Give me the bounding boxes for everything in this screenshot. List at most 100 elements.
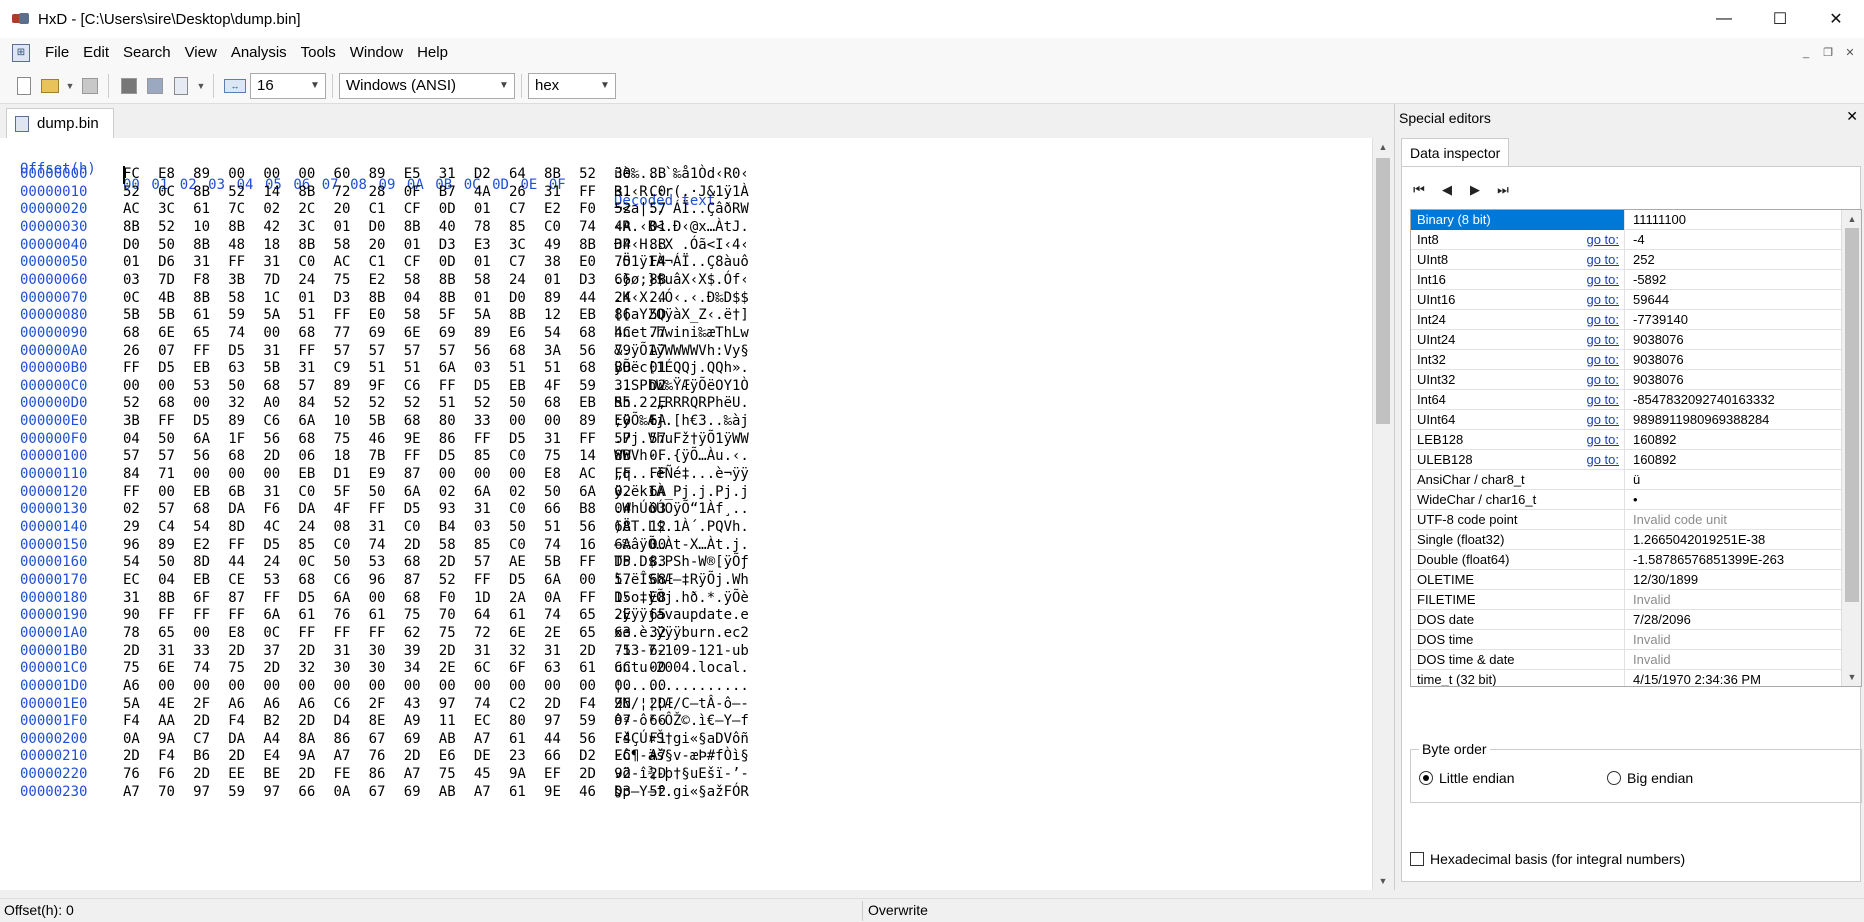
inspector-row[interactable]: Double (float64) -1.58786576851399E-263 <box>1411 550 1841 570</box>
scroll-up-icon[interactable]: ▲ <box>1842 210 1861 228</box>
row-bytes[interactable]: 0A 9A C7 DA A4 8A 86 67 69 AB A7 61 44 5… <box>123 731 666 747</box>
row-decoded-text[interactable]: WWVh-..{ÿÕ…Àu.‹. <box>614 448 749 464</box>
inspector-row[interactable]: AnsiChar / char8_t ü <box>1411 470 1841 490</box>
row-decoded-text[interactable]: .Ö1ÿ1À¬ÁÏ..Ç8àuô <box>614 254 749 270</box>
menu-file[interactable]: File <box>38 38 76 68</box>
row-decoded-text[interactable]: -13-7-109-121-ub <box>614 643 749 659</box>
row-bytes[interactable]: 84 71 00 00 00 EB D1 E9 87 00 00 00 E8 A… <box>123 466 666 482</box>
row-decoded-text[interactable]: vö-î¾-þ†§uEšï-’- <box>614 766 749 782</box>
inspector-value[interactable]: Invalid <box>1627 590 1841 610</box>
row-bytes[interactable]: D0 50 8B 48 18 8B 58 20 01 D3 E3 3C 49 8… <box>123 237 666 253</box>
menu-edit[interactable]: Edit <box>76 38 116 68</box>
inspector-value[interactable]: -4 <box>1627 230 1841 250</box>
row-bytes[interactable]: AC 3C 61 7C 02 2C 20 C1 CF 0D 01 C7 E2 F… <box>123 201 666 217</box>
row-bytes[interactable]: 57 57 56 68 2D 06 18 7B FF D5 85 C0 75 1… <box>123 448 666 464</box>
row-decoded-text[interactable]: .šÇÚ¤Š†gi«§aDVôñ <box>614 731 749 747</box>
inspector-value[interactable]: 9038076 <box>1627 350 1841 370</box>
inspector-row[interactable]: time_t (32 bit) 4/15/1970 2:34:36 PM <box>1411 670 1841 686</box>
image-button[interactable] <box>169 74 193 98</box>
row-decoded-text[interactable]: hnet.hwini‰æThLw <box>614 325 749 341</box>
close-button[interactable]: ✕ <box>1808 0 1864 38</box>
scroll-up-icon[interactable]: ▲ <box>1373 138 1393 156</box>
row-bytes[interactable]: FC E8 89 00 00 00 60 89 E5 31 D2 64 8B 5… <box>123 166 666 182</box>
inspector-row[interactable]: UInt8 go to: 252 <box>1411 250 1841 270</box>
goto-link[interactable]: go to: <box>1579 430 1619 450</box>
inspector-value[interactable]: 252 <box>1627 250 1841 270</box>
row-decoded-text[interactable]: ÐP‹H.‹X .Óã<I‹4‹ <box>614 237 749 253</box>
scroll-thumb[interactable] <box>1376 158 1390 424</box>
grid-scrollbar[interactable]: ▲ ▼ <box>1841 210 1861 686</box>
hex-scrollbar[interactable]: ▲ ▼ <box>1372 138 1392 890</box>
inspector-value[interactable]: 4/15/1970 2:34:36 PM <box>1627 670 1841 686</box>
open-dropdown-button[interactable]: ▼ <box>64 74 76 98</box>
inspector-value[interactable]: 9038076 <box>1627 370 1841 390</box>
inspector-row[interactable]: Int8 go to: -4 <box>1411 230 1841 250</box>
row-bytes[interactable]: 8B 52 10 8B 42 3C 01 D0 8B 40 78 85 C0 7… <box>123 219 666 235</box>
row-bytes[interactable]: A6 00 00 00 00 00 00 00 00 00 00 00 00 0… <box>123 678 666 694</box>
goto-link[interactable]: go to: <box>1579 290 1619 310</box>
bytes-per-row-select[interactable]: 16 ▼ <box>250 72 326 99</box>
inspector-value[interactable]: Invalid <box>1627 650 1841 670</box>
row-decoded-text[interactable]: ;ÿÕ‰Æj.[h€3..‰àj <box>614 413 749 429</box>
inspector-row[interactable]: FILETIME Invalid <box>1411 590 1841 610</box>
row-decoded-text[interactable]: .K‹X..Ó‹.‹.Ð‰D$$ <box>614 290 749 306</box>
goto-link[interactable]: go to: <box>1579 230 1619 250</box>
row-decoded-text[interactable]: )ÄT.L$.1À´.PQVh. <box>614 519 749 535</box>
row-bytes[interactable]: 01 D6 31 FF 31 C0 AC C1 CF 0D 01 C7 38 E… <box>123 254 666 270</box>
save-button[interactable] <box>78 74 102 98</box>
document-minimize-button[interactable]: _ <box>1796 44 1816 62</box>
menu-view[interactable]: View <box>178 38 224 68</box>
inspector-value[interactable]: 160892 <box>1627 450 1841 470</box>
inspector-row[interactable]: DOS time & date Invalid <box>1411 650 1841 670</box>
goto-link[interactable]: go to: <box>1579 310 1619 330</box>
row-decoded-text[interactable]: ÿ.ëk1À_Pj.j.Pj.j <box>614 484 749 500</box>
open-ram-button[interactable] <box>143 74 167 98</box>
row-bytes[interactable]: 68 6E 65 74 00 68 77 69 6E 69 89 E6 54 6… <box>123 325 666 341</box>
row-bytes[interactable]: 78 65 00 E8 0C FF FF FF 62 75 72 6E 2E 6… <box>123 625 666 641</box>
hex-editor[interactable]: Offset(h) 00 01 02 03 04 05 06 07 08 09 0A 0B 0C 0D 0E… <box>0 138 1372 890</box>
scroll-down-icon[interactable]: ▼ <box>1373 872 1393 890</box>
inspector-value[interactable]: -1.58786576851399E-263 <box>1627 550 1841 570</box>
inspector-value[interactable]: -8547832092740163332 <box>1627 390 1841 410</box>
scroll-thumb[interactable] <box>1845 228 1859 602</box>
inspector-value[interactable]: 160892 <box>1627 430 1841 450</box>
menu-tools[interactable]: Tools <box>294 38 343 68</box>
goto-link[interactable]: go to: <box>1579 350 1619 370</box>
row-bytes[interactable]: 00 00 53 50 68 57 89 9F C6 FF D5 EB 4F 5… <box>123 378 666 394</box>
document-close-button[interactable]: ✕ <box>1840 44 1860 62</box>
row-bytes[interactable]: 2D F4 B6 2D E4 9A A7 76 2D E6 DE 23 66 D… <box>123 748 666 764</box>
inspector-value[interactable]: 11111100 <box>1627 210 1841 230</box>
inspector-row[interactable]: UInt64 go to: 9898911980969388284 <box>1411 410 1841 430</box>
row-decoded-text[interactable]: -ô¶-äš§v-æÞ#fÒì§ <box>614 748 749 764</box>
row-decoded-text[interactable]: ôª-ô²-ÔŽ©.ì€—Y—f <box>614 713 749 729</box>
row-decoded-text[interactable]: untu-2004.local. <box>614 660 749 676</box>
menu-analysis[interactable]: Analysis <box>224 38 294 68</box>
row-bytes[interactable]: F4 AA 2D F4 B2 2D D4 8E A9 11 EC 80 97 5… <box>123 713 666 729</box>
row-bytes[interactable]: 5A 4E 2F A6 A6 A6 C6 2F 43 97 74 C2 2D F… <box>123 696 666 712</box>
row-bytes[interactable]: 76 F6 2D EE BE 2D FE 86 A7 75 45 9A EF 2… <box>123 766 666 782</box>
row-decoded-text[interactable]: [[aYZQÿàX_Z‹.ë†] <box>614 307 749 323</box>
goto-link[interactable]: go to: <box>1579 390 1619 410</box>
prev-icon[interactable]: ◀ <box>1438 181 1456 199</box>
goto-link[interactable]: go to: <box>1579 410 1619 430</box>
row-bytes[interactable]: FF D5 EB 63 5B 31 C9 51 51 6A 03 51 51 6… <box>123 360 666 376</box>
inspector-value[interactable]: -7739140 <box>1627 310 1841 330</box>
inspector-row[interactable]: Single (float32) 1.2665042019251E-38 <box>1411 530 1841 550</box>
menu-help[interactable]: Help <box>410 38 455 68</box>
inspector-row[interactable]: WideChar / char16_t • <box>1411 490 1841 510</box>
row-bytes[interactable]: 04 50 6A 1F 56 68 75 46 9E 86 FF D5 31 F… <box>123 431 666 447</box>
inspector-row[interactable]: Int16 go to: -5892 <box>1411 270 1841 290</box>
row-bytes[interactable]: EC 04 EB CE 53 68 C6 96 87 52 FF D5 6A 0… <box>123 572 666 588</box>
inspector-row[interactable]: Int24 go to: -7739140 <box>1411 310 1841 330</box>
row-decoded-text[interactable]: ‹R.‹B<.Ð‹@x…ÀtJ. <box>614 219 749 235</box>
inspector-value[interactable]: -5892 <box>1627 270 1841 290</box>
row-decoded-text[interactable]: üè‰...`‰å1Òd‹R0‹ <box>614 166 749 182</box>
inspector-value[interactable]: ü <box>1627 470 1841 490</box>
inspector-value[interactable]: 9038076 <box>1627 330 1841 350</box>
row-decoded-text[interactable]: Rh.2 „RRRQRPhëU. <box>614 395 749 411</box>
row-decoded-text[interactable]: ..SPhW‰ŸÆÿÕëOY1Ò <box>614 378 749 394</box>
new-file-button[interactable] <box>12 74 36 98</box>
charset-select[interactable]: Windows (ANSI) ▼ <box>339 72 515 99</box>
row-bytes[interactable]: A7 70 97 59 97 66 0A 67 69 AB A7 61 9E 4… <box>123 784 666 800</box>
tab-data-inspector[interactable]: Data inspector <box>1401 138 1509 166</box>
